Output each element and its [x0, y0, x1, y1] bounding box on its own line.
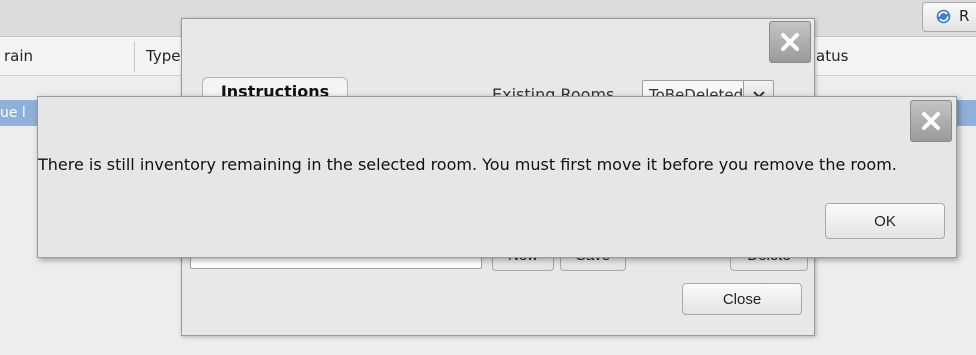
alert-dialog: There is still inventory remaining in th… [37, 96, 957, 258]
refresh-button[interactable]: R [922, 2, 976, 32]
close-button[interactable]: Close [682, 283, 802, 315]
column-divider[interactable] [134, 42, 135, 72]
column-header-type[interactable]: Type [146, 47, 180, 65]
dialog-close-button[interactable] [769, 21, 811, 63]
refresh-icon [936, 9, 951, 24]
alert-close-button[interactable] [910, 100, 952, 142]
close-icon [922, 112, 940, 130]
column-header-terrain[interactable]: rain [4, 47, 33, 65]
alert-message: There is still inventory remaining in th… [38, 155, 897, 174]
column-header-status[interactable]: atus [816, 47, 848, 65]
close-icon [781, 33, 799, 51]
ok-button[interactable]: OK [825, 203, 945, 239]
table-row-text: ue l [0, 105, 26, 121]
refresh-button-label: R [959, 7, 970, 25]
